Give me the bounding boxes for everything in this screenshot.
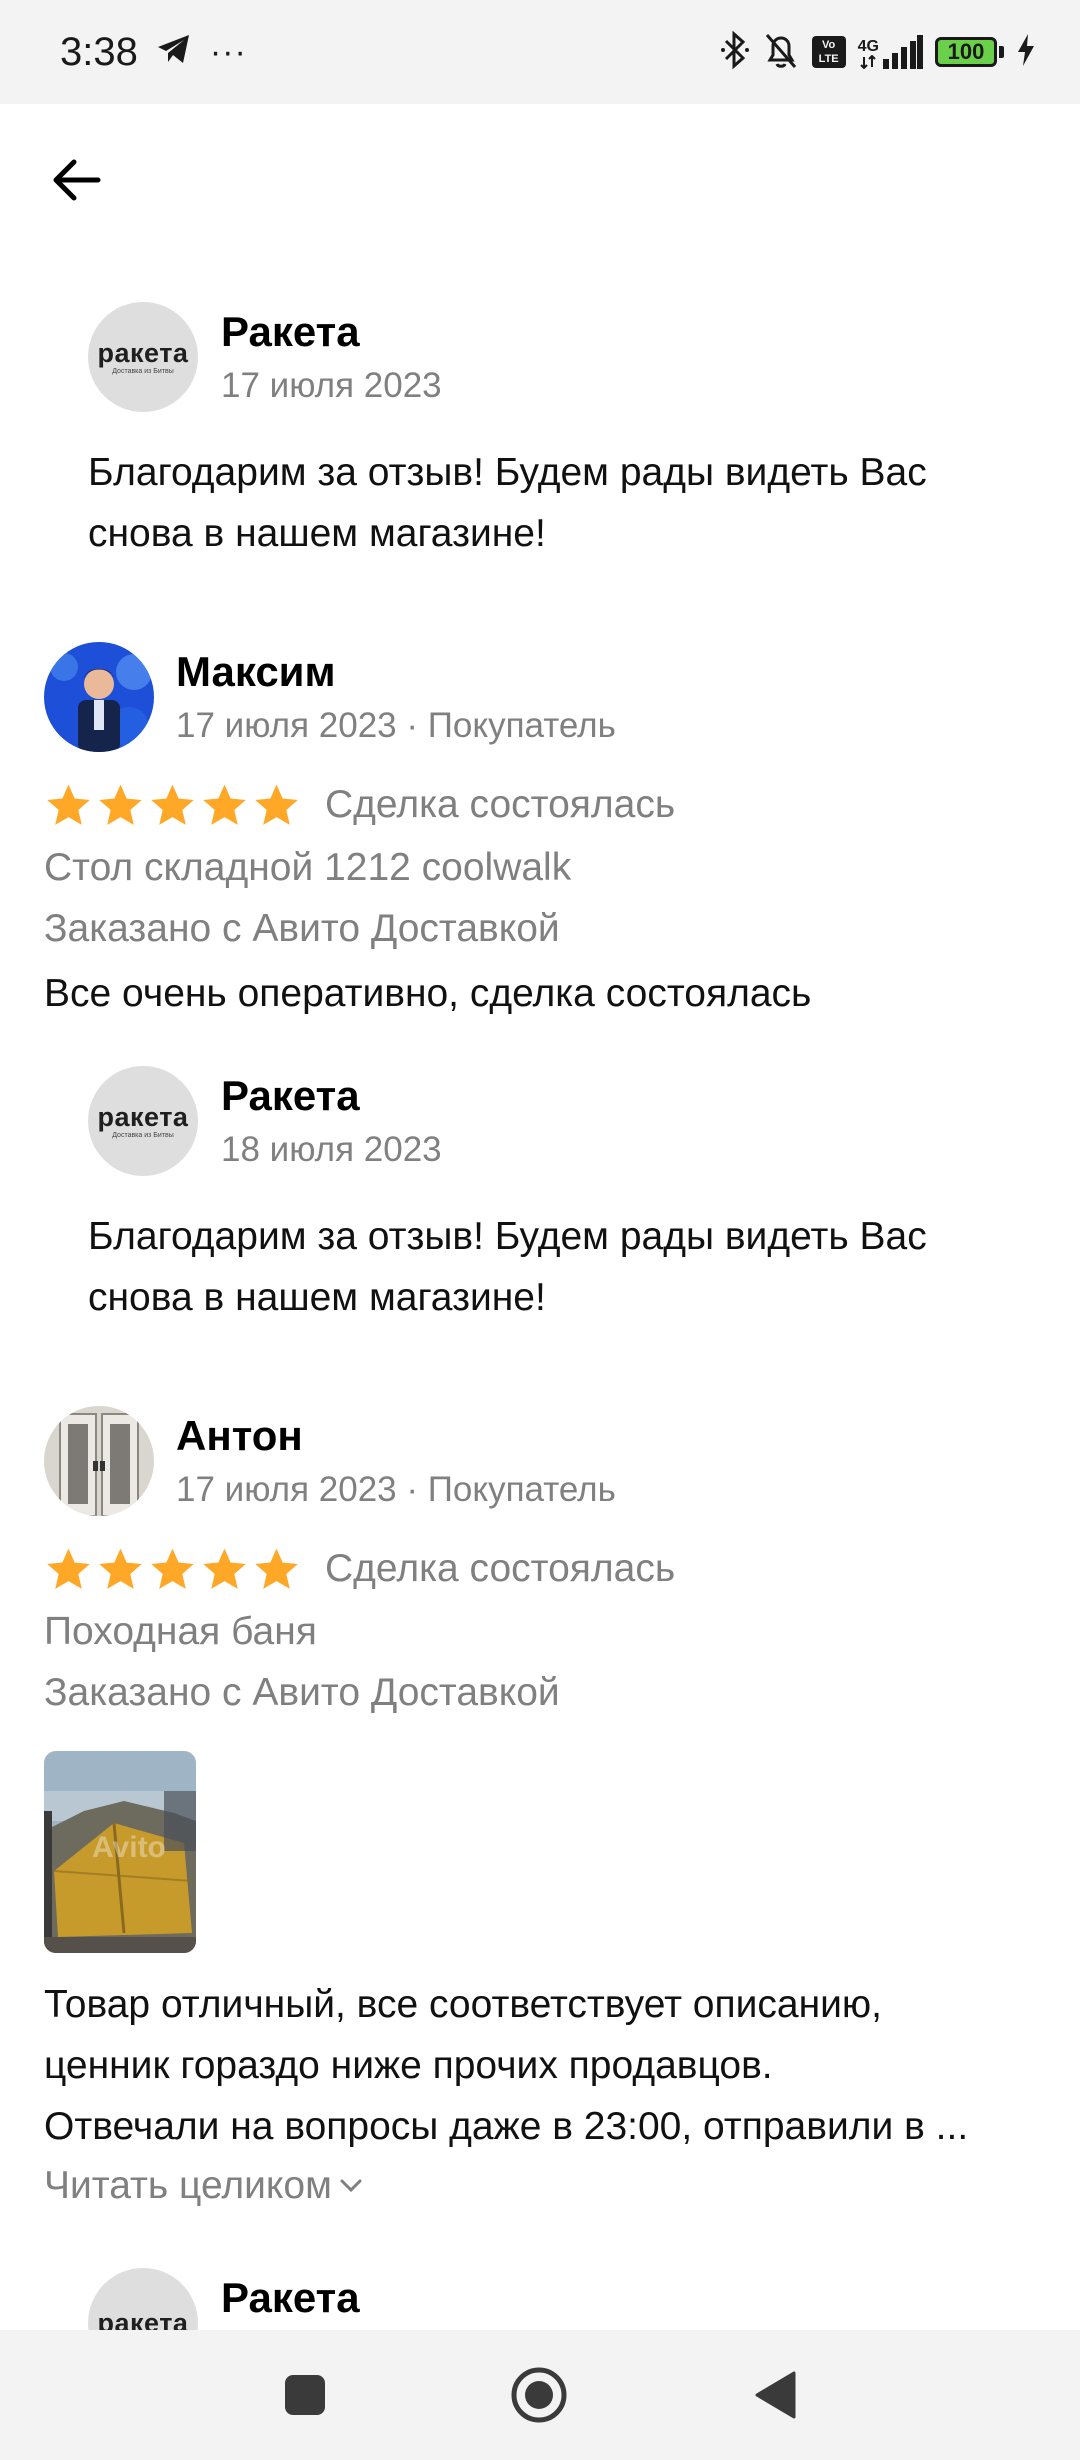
star-rating (44, 781, 301, 830)
seller-name[interactable]: Ракета (221, 1070, 360, 1122)
seller-logo-subtext: Доставка из Битвы (112, 367, 174, 375)
seller-logo-subtext: Доставка из Битвы (112, 1131, 174, 1139)
bluetooth-icon (720, 30, 750, 75)
square-icon (285, 2375, 325, 2415)
star-icon (99, 784, 142, 825)
review-photo[interactable]: Avito (44, 1751, 196, 1953)
star-icon (151, 784, 194, 825)
battery-level: 100 (935, 37, 997, 67)
read-more-link[interactable]: Читать целиком (44, 2156, 362, 2216)
system-nav-bar (0, 2330, 1080, 2460)
back-nav-button[interactable] (740, 2360, 810, 2430)
delivery-info: Заказано с Авито Доставкой (44, 907, 560, 950)
network-type-label: 4G (857, 38, 879, 55)
reply-text: Благодарим за отзыв! Будем рады видеть В… (88, 451, 927, 555)
battery-icon: 100 (935, 37, 1004, 67)
status-bar: 3:38 ··· Vo LTE 4G 100 (0, 0, 1080, 104)
seller-avatar[interactable]: ракета (88, 2268, 198, 2330)
star-rating (44, 1545, 301, 1594)
reply-date: 18 июля 2023 (221, 1130, 442, 1169)
seller-avatar[interactable]: ракета Доставка из Битвы (88, 302, 198, 412)
rating-row: Сделка состоялась (44, 1539, 675, 1599)
muted-bell-icon (762, 30, 800, 75)
review-text-line: Отвечали на вопросы даже в 23:00, отправ… (44, 2105, 969, 2148)
star-icon (151, 1548, 194, 1589)
reply-date: 17 июля 2023 (221, 366, 442, 405)
seller-name[interactable]: Ракета (221, 2272, 360, 2324)
reviews-list[interactable]: ракета Доставка из Битвы Ракета 17 июля … (0, 104, 1080, 2330)
deal-status: Сделка состоялась (325, 783, 676, 826)
review-meta: 17 июля 2023 · Покупатель (176, 706, 616, 745)
volte-icon: Vo LTE (811, 36, 846, 68)
star-icon (47, 1548, 90, 1589)
seller-reply: ракета Ракета (88, 2268, 1008, 2330)
seller-avatar[interactable]: ракета Доставка из Битвы (88, 1066, 198, 1176)
status-right: Vo LTE 4G 100 (720, 30, 1036, 75)
home-button[interactable] (504, 2360, 574, 2430)
triangle-back-icon (755, 2371, 796, 2419)
star-icon (203, 784, 246, 825)
star-icon (47, 784, 90, 825)
delivery-info: Заказано с Авито Доставкой (44, 1671, 560, 1714)
reviewer-avatar[interactable] (44, 1406, 154, 1516)
signal-icon: 4G (858, 35, 923, 69)
read-more-label: Читать целиком (44, 2164, 332, 2207)
seller-logo-text: ракета (97, 2308, 189, 2330)
charging-icon (1016, 33, 1036, 71)
clock: 3:38 (60, 29, 138, 74)
star-icon (255, 1548, 298, 1589)
review-text-line: ценник гораздо ниже прочих продавцов. (44, 2044, 773, 2087)
review-meta: 17 июля 2023 · Покупатель (176, 1470, 616, 1509)
recents-button[interactable] (270, 2360, 340, 2430)
seller-reply: ракета Доставка из Битвы Ракета 18 июля … (88, 1066, 1008, 1326)
review-text: Товар отличный, все соответствует описан… (44, 1974, 1044, 2157)
star-icon (203, 1548, 246, 1589)
review-text: Все очень оперативно, сделка состоялась (44, 972, 812, 1015)
review-text-line: Товар отличный, все соответствует описан… (44, 1983, 882, 2026)
product-name[interactable]: Стол складной 1212 coolwalk (44, 838, 571, 898)
star-icon (99, 1548, 142, 1589)
more-notifications-icon: ··· (209, 32, 247, 71)
product-name[interactable]: Походная баня (44, 1602, 317, 1662)
home-circle-icon (511, 2367, 567, 2423)
rating-row: Сделка состоялась (44, 775, 675, 835)
reply-text: Благодарим за отзыв! Будем рады видеть В… (88, 1215, 927, 1319)
telegram-icon (156, 30, 192, 75)
deal-status: Сделка состоялась (325, 1547, 676, 1590)
reviewer-name[interactable]: Максим (176, 646, 336, 698)
reviewer-avatar[interactable] (44, 642, 154, 752)
status-left: 3:38 ··· (60, 30, 247, 75)
seller-logo-text: ракета (97, 337, 189, 368)
seller-logo-text: ракета (97, 1101, 189, 1132)
reviewer-name[interactable]: Антон (176, 1410, 303, 1462)
review-card: Максим 17 июля 2023 · Покупатель Сделка … (44, 642, 1044, 1072)
star-icon (255, 784, 298, 825)
photo-watermark: Avito (92, 1831, 166, 1864)
seller-name[interactable]: Ракета (221, 306, 360, 358)
seller-reply: ракета Доставка из Битвы Ракета 17 июля … (88, 302, 1008, 562)
review-card: Антон 17 июля 2023 · Покупатель Сделка с… (44, 1406, 1044, 2236)
chevron-down-icon (340, 2179, 362, 2193)
